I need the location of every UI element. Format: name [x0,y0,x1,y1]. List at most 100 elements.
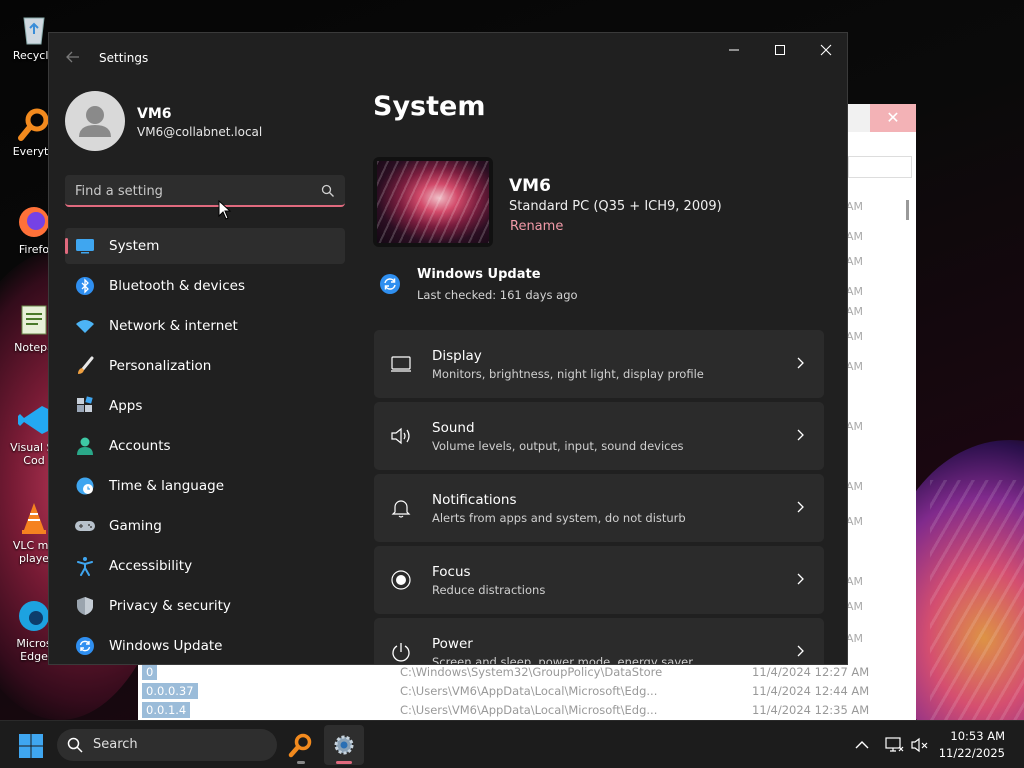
card-title: Sound [432,420,475,436]
file-name: 0.0.0.37 [142,683,198,699]
person-icon [77,437,93,455]
card-title: Notifications [432,492,517,508]
card-focus[interactable]: Focus Reduce distractions [374,546,824,614]
sidebar-item-accounts[interactable]: Accounts [65,428,345,464]
find-setting-search[interactable] [65,175,345,207]
sidebar-item-network-internet[interactable]: Network & internet [65,308,345,344]
background-time-cell: AM [846,360,864,373]
accessibility-icon [77,557,93,576]
minimize-button[interactable] [711,33,757,67]
sidebar-item-bluetooth-devices[interactable]: Bluetooth & devices [65,268,345,304]
background-file-list: 0 C:\Windows\System32\GroupPolicy\DataSt… [138,662,916,720]
rename-link[interactable]: Rename [510,219,563,234]
search-icon [67,737,83,753]
sidebar-item-windows-update[interactable]: Windows Update [65,628,345,664]
network-icon[interactable] [884,735,904,755]
sidebar-item-personalization[interactable]: Personalization [65,348,345,384]
titlebar[interactable]: Settings [49,33,847,81]
clock-time[interactable]: 10:53 AM [945,729,1005,743]
taskbar-search[interactable]: Search [57,729,277,761]
background-time-cell: AM [846,330,864,343]
display-icon [391,356,411,372]
edge-icon [19,601,49,631]
close-button[interactable] [803,33,847,67]
background-window-close-button[interactable]: ✕ [870,104,916,132]
windows-update-title[interactable]: Windows Update [417,267,541,282]
maximize-icon [775,45,785,55]
card-subtitle: Volume levels, output, input, sound devi… [432,439,684,453]
file-path: C:\Users\VM6\AppData\Local\Microsoft\Edg… [400,703,658,717]
sidebar-item-system[interactable]: System [65,228,345,264]
background-explorer-window: ✕ [838,104,916,720]
chevron-up-icon[interactable] [852,735,872,755]
active-app-indicator [336,761,352,764]
file-name: 0 [142,664,158,680]
close-icon [820,44,832,56]
taskbar-app-everything[interactable] [281,725,321,765]
background-time-cell: AM [846,600,864,613]
sidebar-item-label: System [109,238,160,254]
sidebar-item-apps[interactable]: Apps [65,388,345,424]
vlc-cone-icon [22,503,46,534]
taskbar-app-settings[interactable] [324,725,364,765]
file-date: 11/4/2024 12:35 AM [752,703,870,717]
notepad-icon [21,305,47,335]
recycle-bin-icon [23,17,45,45]
search-icon[interactable] [321,184,335,198]
sidebar-item-label: Accessibility [109,558,193,574]
chevron-right-icon [797,357,804,369]
card-notifications[interactable]: Notifications Alerts from apps and syste… [374,474,824,542]
back-arrow-icon[interactable] [65,49,81,65]
file-row[interactable]: 0.0.1.4 C:\Users\VM6\AppData\Local\Micro… [138,700,916,719]
sidebar-item-gaming[interactable]: Gaming [65,508,345,544]
background-window-scrollbar[interactable] [906,200,909,220]
wallpaper-swirl-lines [930,480,1024,720]
background-time-cell: AM [846,200,864,213]
sidebar-item-time-language[interactable]: Time & language [65,468,345,504]
windows-update-status-icon[interactable] [379,273,401,295]
card-sound[interactable]: Sound Volume levels, output, input, soun… [374,402,824,470]
page-title: System [373,91,486,122]
chevron-right-icon [797,573,804,585]
clock-date[interactable]: 11/22/2025 [935,746,1005,760]
app-title: Settings [99,51,149,65]
background-time-cell: AM [846,480,864,493]
maximize-button[interactable] [757,33,803,67]
gear-icon [334,735,354,755]
sidebar-item-accessibility[interactable]: Accessibility [65,548,345,584]
sidebar-item-privacy-security[interactable]: Privacy & security [65,588,345,624]
shield-icon [77,597,93,615]
desktop-icon-label: Firefo [18,243,50,256]
background-time-cell: AM [846,255,864,268]
background-time-cell: AM [846,420,864,433]
gamepad-icon [75,521,95,531]
wifi-icon [76,320,94,333]
device-model: Standard PC (Q35 + ICH9, 2009) [509,199,722,214]
card-power[interactable]: Power Screen and sleep, power mode, ener… [374,618,824,665]
everything-search-icon [288,733,312,758]
background-time-cell: AM [846,632,864,645]
sidebar-item-label: Privacy & security [109,598,231,614]
file-row[interactable]: 0.0.0.37 C:\Users\VM6\AppData\Local\Micr… [138,681,916,700]
mouse-cursor-icon [218,200,232,220]
background-time-cell: AM [846,285,864,298]
brush-icon [78,356,94,374]
chevron-right-icon [797,501,804,513]
windows-start-icon[interactable] [18,733,44,759]
device-wallpaper-thumbnail[interactable] [373,157,493,247]
card-subtitle: Screen and sleep, power mode, energy sav… [432,655,693,665]
card-subtitle: Reduce distractions [432,583,546,597]
bluetooth-icon [76,277,94,295]
volume-muted-icon[interactable] [910,735,930,755]
bell-icon [391,500,411,518]
globe-clock-icon [76,477,94,495]
taskbar-search-label: Search [93,737,138,752]
search-input[interactable] [75,181,305,201]
avatar[interactable] [65,91,125,151]
sidebar-item-label: Personalization [109,358,212,374]
file-path: C:\Users\VM6\AppData\Local\Microsoft\Edg… [400,684,658,698]
chevron-right-icon [797,429,804,441]
card-display[interactable]: Display Monitors, brightness, night ligh… [374,330,824,398]
power-icon [392,643,410,662]
background-window-search-box[interactable] [848,156,912,178]
